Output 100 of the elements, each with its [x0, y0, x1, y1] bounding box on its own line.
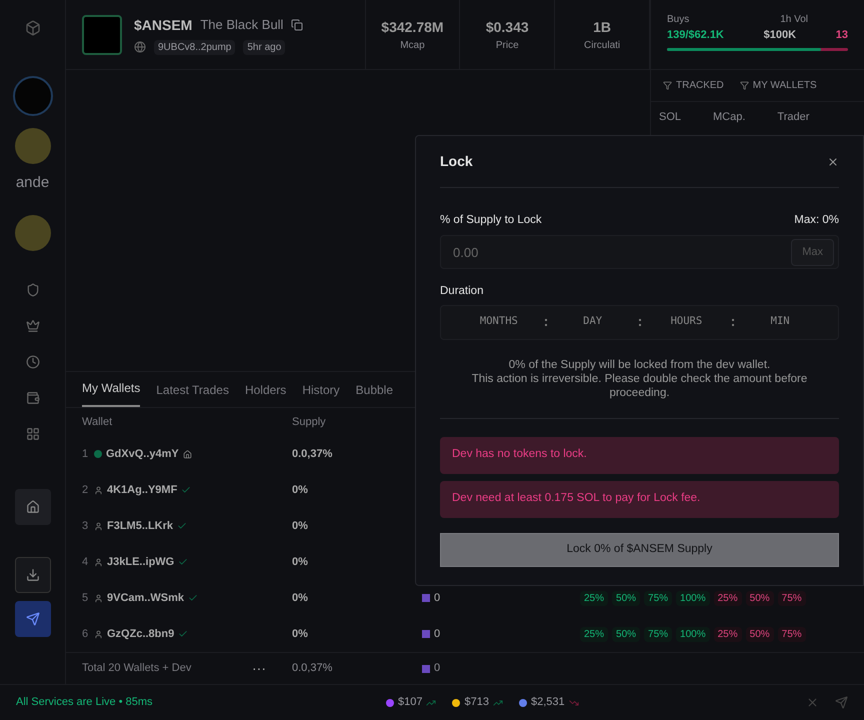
duration-field[interactable]: HOURS — [640, 314, 732, 330]
max-label: Max: 0% — [794, 213, 839, 228]
amount-value: 0 — [434, 590, 440, 606]
check-icon — [178, 557, 188, 567]
duration-field[interactable]: DAY — [546, 314, 638, 330]
sells-value: 13 — [836, 28, 848, 43]
stat-label: Circulati — [584, 38, 620, 52]
check-icon — [188, 593, 198, 603]
wallet-address[interactable]: GzQZc..8bn9 — [107, 626, 174, 642]
user-icon — [94, 630, 103, 638]
avatar[interactable] — [14, 214, 50, 250]
quick-trade-button[interactable]: 25% — [580, 626, 608, 642]
token-image — [82, 14, 122, 54]
notice-text: 0% of the Supply will be locked from the dev wallet. — [508, 358, 772, 372]
trend-down-icon — [568, 698, 579, 708]
supply-value: 0% — [292, 482, 309, 498]
price-value: $107 — [398, 695, 422, 710]
x-icon[interactable] — [806, 696, 819, 709]
copy-icon[interactable] — [291, 19, 304, 31]
send-icon[interactable] — [835, 696, 848, 709]
trend-up-icon — [492, 698, 503, 708]
row-number: 2 — [82, 482, 90, 498]
table-tab[interactable]: Bubble — [356, 381, 394, 407]
supply-value: 0% — [292, 626, 309, 642]
close-button[interactable] — [827, 156, 839, 168]
colon-icon — [732, 318, 734, 326]
supply-value: 0% — [292, 518, 309, 534]
error-message: Dev need at least 0.175 SOL to pay for Lock fee. — [440, 480, 839, 518]
home-icon — [26, 500, 40, 514]
row-number: 4 — [82, 554, 90, 570]
field-label: Duration — [440, 284, 484, 300]
table-tab[interactable]: Latest Trades — [156, 381, 229, 407]
price-value: $2,531 — [530, 695, 565, 710]
download-icon — [26, 568, 40, 582]
quick-trade-button[interactable]: 50% — [612, 626, 640, 642]
duration-field[interactable]: MIN — [734, 314, 826, 330]
more-dots[interactable]: ··· — [252, 658, 292, 679]
quick-trade-button[interactable]: 100% — [676, 590, 710, 606]
check-icon — [181, 485, 192, 495]
user-icon — [94, 486, 103, 494]
quick-trade-button[interactable]: 25% — [714, 626, 742, 642]
quick-trade-button[interactable]: 75% — [778, 626, 806, 642]
nav-icon[interactable] — [26, 282, 40, 296]
quick-trade-button[interactable]: 50% — [612, 590, 640, 606]
error-message: Dev has no tokens to lock. — [440, 436, 839, 474]
stat-label: Mcap — [400, 38, 425, 52]
duration-field[interactable]: MONTHS — [453, 314, 545, 330]
wallet-address[interactable]: 9VCam..WSmk — [107, 590, 184, 606]
globe-icon[interactable] — [134, 41, 146, 53]
send-icon — [26, 612, 40, 626]
nav-icon[interactable] — [26, 426, 40, 440]
table-tab[interactable]: Holders — [244, 381, 286, 407]
colon-icon — [544, 318, 547, 326]
amount-value: 0 — [434, 626, 440, 642]
column-header: Wallet — [82, 414, 114, 430]
table-tab[interactable]: History — [302, 381, 340, 407]
trend-up-icon — [426, 698, 436, 708]
nav-icon[interactable] — [26, 318, 40, 332]
column-header: SOL — [659, 110, 682, 125]
stat-value: 1B — [593, 18, 612, 36]
token-name: The Black Bull — [200, 16, 284, 34]
stat-value: $342.78M — [381, 18, 444, 36]
table-tab[interactable]: My Wallets — [82, 379, 140, 407]
buys-value: 139/$62.1K — [667, 28, 724, 43]
token-address[interactable]: 9UBCv8..2pump — [154, 40, 236, 54]
filter-tab[interactable]: TRACKED — [676, 78, 724, 93]
token-icon — [422, 664, 430, 672]
volume-value: $100K — [764, 28, 796, 43]
token-age: 5hr ago — [243, 40, 286, 54]
nav-icon[interactable] — [26, 354, 40, 368]
quick-trade-button[interactable]: 25% — [714, 590, 742, 606]
notice-text: This action is irreversible. Please double check the amount before proceeding. — [470, 372, 808, 400]
wallet-button[interactable] — [14, 488, 50, 524]
field-label: % of Supply to Lock — [440, 213, 542, 228]
wallet-address[interactable]: 4K1Ag..Y9MF — [107, 482, 178, 498]
column-header: Supply — [292, 414, 326, 430]
token-icon — [422, 594, 430, 602]
token-icon — [422, 630, 430, 638]
download-button[interactable] — [14, 556, 50, 592]
quick-trade-button[interactable]: 25% — [580, 590, 608, 606]
avatar[interactable] — [14, 128, 50, 164]
user-icon — [94, 594, 103, 602]
send-button[interactable] — [14, 600, 50, 636]
quick-trade-button[interactable]: 50% — [746, 626, 774, 642]
filter-tab[interactable]: MY WALLETS — [752, 78, 817, 93]
wallet-address[interactable]: F3LM5..LKrk — [107, 518, 174, 534]
quick-trade-button[interactable]: 75% — [778, 590, 806, 606]
supply-total: 0.0,37% — [292, 661, 334, 676]
wallet-address[interactable]: GdXvQ..y4mY — [106, 446, 179, 462]
quick-trade-button[interactable]: 50% — [746, 590, 774, 606]
quick-trade-button[interactable]: 75% — [644, 626, 672, 642]
column-header: Trader — [777, 110, 810, 125]
quick-trade-button[interactable]: 100% — [676, 626, 710, 642]
supply-value: 0% — [292, 554, 309, 570]
nav-icon[interactable] — [26, 390, 40, 404]
buys-label: Buys — [667, 13, 690, 27]
quick-trade-button[interactable]: 75% — [644, 590, 672, 606]
wallet-address[interactable]: J3kLE..ipWG — [107, 554, 174, 570]
stat-label: Price — [496, 38, 519, 52]
token-symbol: $ANSEM — [134, 16, 192, 34]
